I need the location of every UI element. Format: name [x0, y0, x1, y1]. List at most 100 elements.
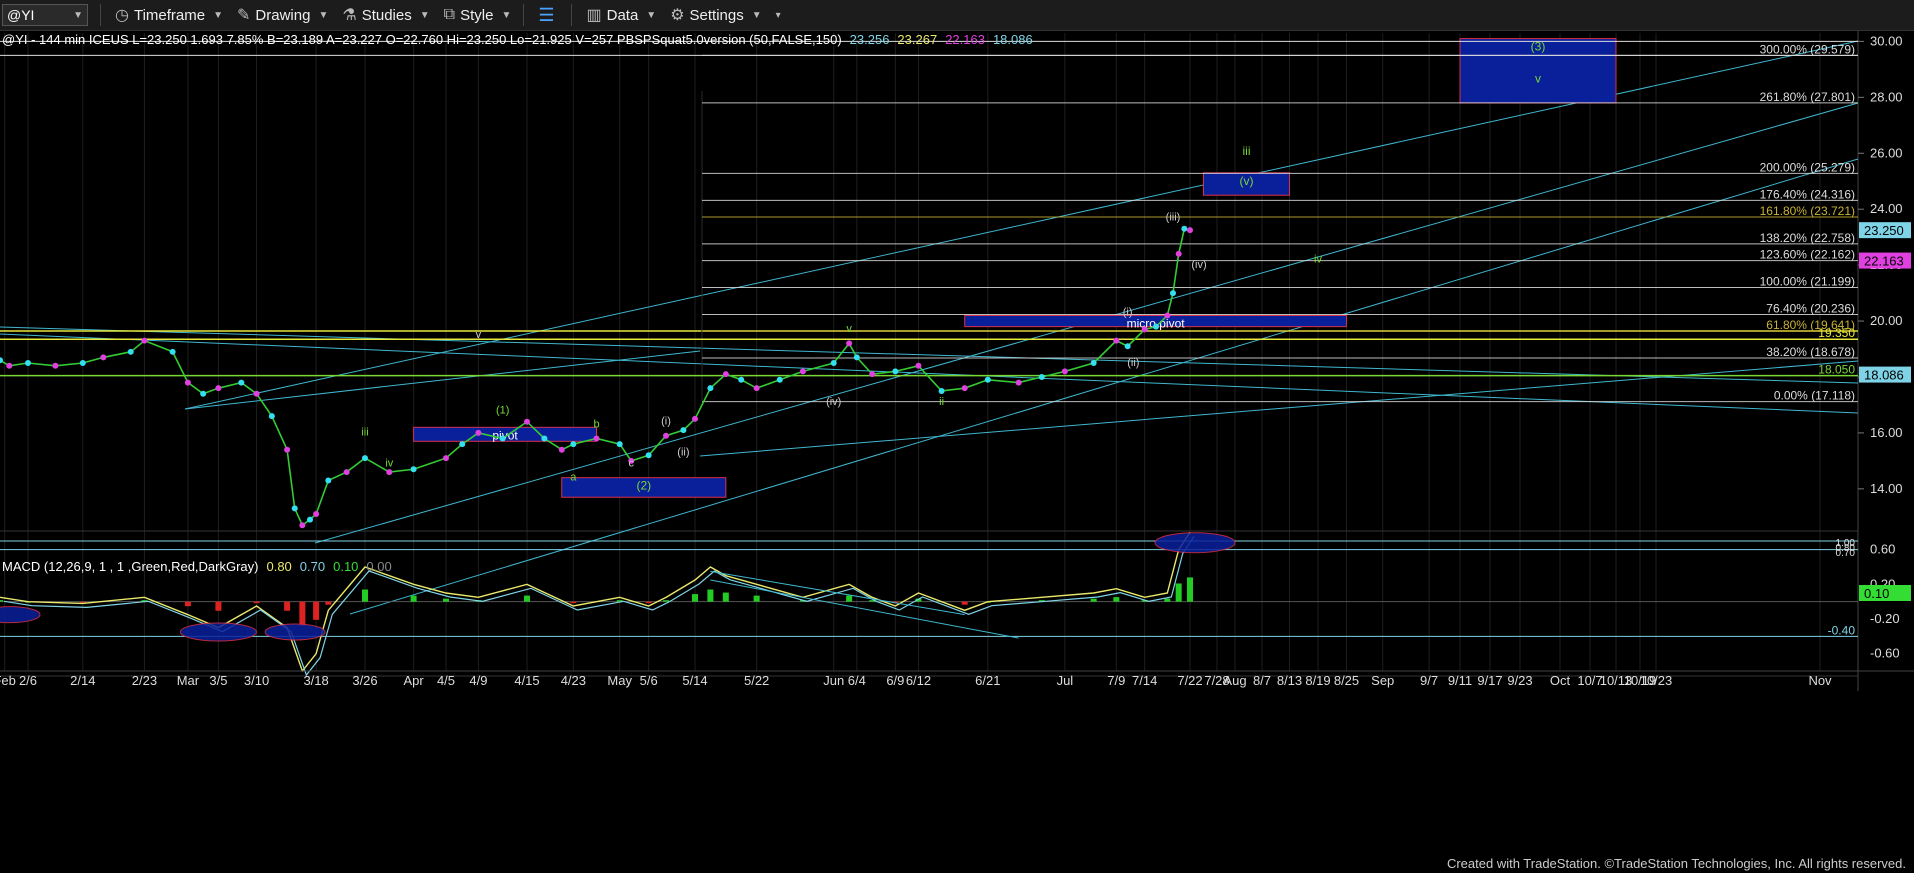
- date-tick-label: 8/19: [1305, 673, 1330, 688]
- date-tick-label: Jun: [823, 673, 844, 688]
- date-tick-label: 4/9: [469, 673, 487, 688]
- studies-menu[interactable]: ⚗ Studies ▼: [342, 5, 429, 25]
- price-point: [722, 371, 729, 378]
- macd-histogram-bar: [707, 589, 714, 602]
- macd-tick-label: -0.60: [1870, 646, 1900, 661]
- style-menu[interactable]: ⧉ Style ▼: [444, 6, 512, 24]
- header-part: MACD (12,26,9, 1 , 1 ,Green,Red,DarkGray…: [2, 559, 258, 574]
- date-tick-label: 4/5: [437, 673, 455, 688]
- macd-histogram-bar: [1113, 597, 1120, 602]
- macd-histogram-bar: [184, 601, 191, 607]
- price-point: [541, 435, 548, 442]
- header-part: 18.086: [993, 32, 1033, 47]
- price-point: [200, 390, 207, 397]
- date-tick-label: 7/22: [1177, 673, 1202, 688]
- macd-histogram-bar: [325, 601, 332, 605]
- date-tick-label: Mar: [177, 673, 200, 688]
- macd-histogram-bar: [961, 601, 968, 605]
- fib-label: 76.40% (20.236): [1766, 301, 1855, 315]
- date-tick-label: May: [607, 673, 632, 688]
- price-point: [238, 379, 245, 386]
- date-tick-label: 9/17: [1477, 673, 1502, 688]
- timeframe-menu[interactable]: ◷ Timeframe ▼: [115, 5, 223, 25]
- date-tick-label: 3/5: [209, 673, 227, 688]
- macd-histogram-bar: [663, 600, 670, 602]
- support-label: 18.050: [1818, 363, 1855, 377]
- date-tick-label: Jul: [1057, 673, 1074, 688]
- price-point: [799, 368, 806, 375]
- date-tick-label: 2/14: [70, 673, 95, 688]
- macd-histogram-bar: [299, 601, 306, 626]
- target-box-sublabel: v: [1535, 72, 1541, 86]
- chart[interactable]: (3)v(v)iiimicro pivot(2)pivot 300.00% (2…: [0, 31, 1914, 853]
- price-tick-label: 14.00: [1870, 481, 1903, 496]
- date-tick-label: Nov: [1808, 673, 1832, 688]
- price-point: [386, 469, 393, 476]
- price-point: [325, 477, 332, 484]
- data-menu[interactable]: ▥ Data ▼: [586, 5, 656, 25]
- price-point: [915, 362, 922, 369]
- price-tick-label: 24.00: [1870, 201, 1903, 216]
- price-point: [692, 415, 698, 422]
- separator: [523, 4, 525, 26]
- target-box-label: (v): [1240, 174, 1254, 188]
- date-tick-label: 5/6: [640, 673, 658, 688]
- header-part: 0.80: [266, 559, 291, 574]
- target-box-sublabel: iii: [1243, 144, 1251, 158]
- date-tick-label: 9/7: [1420, 673, 1438, 688]
- wave-label: (iv): [1191, 259, 1206, 271]
- wave-label: (ii): [1127, 357, 1139, 369]
- price-point: [268, 413, 275, 420]
- date-tick-label: 5/22: [744, 673, 769, 688]
- date-tick-label: 6/9: [886, 673, 904, 688]
- chart-style-icon: ⧉: [443, 6, 456, 23]
- date-tick-label: Aug: [1223, 673, 1246, 688]
- fib-label: 161.80% (23.721): [1760, 204, 1855, 218]
- fib-label: 100.00% (21.199): [1760, 275, 1855, 289]
- pencil-icon: ✎: [237, 7, 251, 24]
- macd-histogram-bar: [1164, 598, 1171, 602]
- date-tick-label: Apr: [403, 673, 424, 688]
- price-point: [1090, 360, 1097, 366]
- price-point: [680, 427, 687, 434]
- date-tick-label: 3/26: [352, 673, 377, 688]
- macd-histogram-bar: [524, 595, 530, 602]
- price-point: [663, 432, 670, 439]
- price-point: [961, 385, 968, 392]
- price-point: [1164, 312, 1171, 319]
- macd-highlight: [264, 623, 326, 641]
- gear-icon: ⚙: [670, 7, 685, 24]
- price-badge-label: 18.086: [1864, 368, 1904, 383]
- date-tick-label: Oct: [1550, 673, 1571, 688]
- price-point: [215, 385, 222, 392]
- symbol-input[interactable]: @YI ▼: [2, 4, 88, 26]
- price-point: [1187, 227, 1193, 234]
- price-point: [1153, 323, 1159, 330]
- price-point: [753, 385, 760, 392]
- wave-label: (i): [1123, 306, 1133, 318]
- settings-menu[interactable]: ⚙ Settings ▼: [670, 5, 761, 25]
- price-point: [892, 368, 899, 375]
- price-point: [1124, 343, 1131, 350]
- chevron-down-icon: ▼: [419, 9, 430, 21]
- price-point: [616, 441, 623, 448]
- chevron-down-icon: ▼: [646, 9, 657, 21]
- macd-tick-label: 0.60: [1870, 542, 1895, 557]
- chevron-down-icon[interactable]: ▼: [73, 10, 83, 21]
- header-part: @YI - 144 min ICEUS L=23.250 1.693 7.85%…: [2, 32, 842, 47]
- layout-button[interactable]: ☰: [538, 5, 559, 26]
- price-point: [830, 360, 837, 366]
- macd-level-label: 0.70: [1836, 548, 1856, 559]
- price-point: [141, 337, 148, 344]
- footer-credit: Created with TradeStation. ©TradeStation…: [1446, 856, 1906, 871]
- wave-label: (ii): [677, 446, 689, 458]
- price-tick-label: 30.00: [1870, 33, 1903, 48]
- drawing-menu[interactable]: ✎ Drawing ▼: [237, 5, 328, 25]
- wave-label: iv: [385, 457, 393, 469]
- price-point: [1181, 225, 1188, 232]
- price-badge-label: 23.250: [1864, 223, 1904, 238]
- date-tick-label: 8/25: [1334, 673, 1359, 688]
- price-point: [1175, 250, 1182, 257]
- price-point: [284, 446, 291, 453]
- more-button[interactable]: ▾: [776, 10, 781, 21]
